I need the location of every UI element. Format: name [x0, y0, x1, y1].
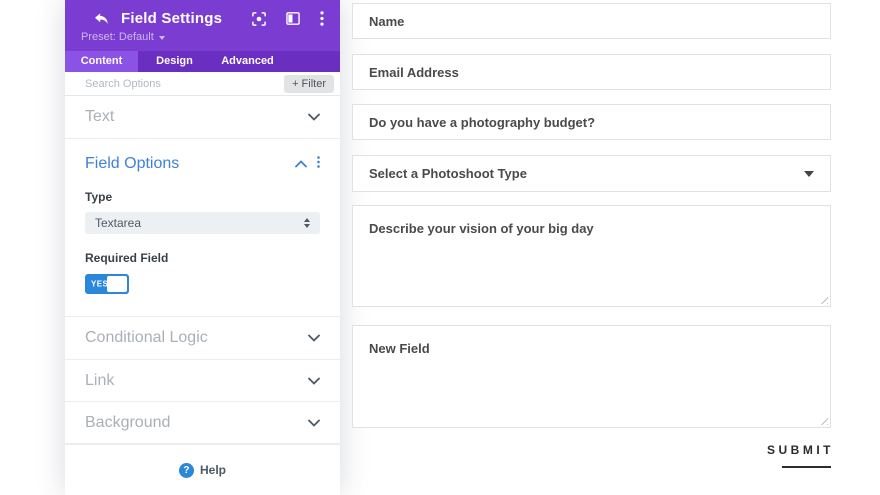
form-field-new-field-placeholder: New Field — [369, 341, 430, 356]
form-field-budget-placeholder: Do you have a photography budget? — [369, 115, 595, 130]
form-field-vision-placeholder: Describe your vision of your big day — [369, 221, 594, 236]
panel-tabs: Content Design Advanced — [65, 51, 340, 72]
help-icon: ? — [179, 463, 194, 478]
section-link-label: Link — [85, 372, 114, 390]
help-label: Help — [200, 463, 226, 477]
preset-label: Preset: Default — [81, 31, 154, 43]
section-background-label: Background — [85, 414, 170, 432]
filter-button[interactable]: + Filter — [284, 75, 334, 93]
form-field-name[interactable]: Name — [352, 3, 831, 39]
panel-layout-icon[interactable] — [286, 12, 300, 25]
section-text[interactable]: Text — [65, 96, 340, 139]
section-options-kebab-icon[interactable] — [317, 155, 320, 173]
form-field-photoshoot-type[interactable]: Select a Photoshoot Type — [352, 155, 831, 192]
header-actions — [252, 11, 324, 26]
form-field-photoshoot-placeholder: Select a Photoshoot Type — [369, 166, 527, 181]
form-field-email[interactable]: Email Address — [352, 54, 831, 90]
preset-selector[interactable]: Preset: Default — [81, 31, 324, 43]
settings-sections: Text Field Options Type Textarea — [65, 96, 340, 444]
section-conditional-logic-label: Conditional Logic — [85, 329, 208, 347]
caret-down-icon — [159, 36, 165, 40]
search-input[interactable] — [85, 78, 284, 90]
form-field-new-field[interactable]: New Field — [352, 325, 831, 428]
help-link[interactable]: ? Help — [179, 463, 226, 478]
panel-header: Field Settings — [65, 0, 340, 51]
panel-title: Field Settings — [121, 10, 222, 27]
form-preview: Name Email Address Do you have a photogr… — [352, 0, 831, 495]
tab-content[interactable]: Content — [65, 51, 138, 72]
panel-header-top: Field Settings — [81, 10, 324, 27]
search-bar: + Filter — [65, 72, 340, 97]
chevron-down-icon — [308, 334, 320, 342]
form-field-name-placeholder: Name — [369, 14, 404, 29]
tab-advanced[interactable]: Advanced — [211, 51, 284, 72]
required-field-toggle[interactable]: YES — [85, 274, 129, 294]
section-link[interactable]: Link — [65, 360, 340, 402]
kebab-menu-icon[interactable] — [320, 11, 324, 26]
submit-label: SUBMIT — [767, 443, 834, 457]
form-field-budget[interactable]: Do you have a photography budget? — [352, 104, 831, 140]
back-icon[interactable] — [93, 12, 109, 26]
required-field-label: Required Field — [85, 251, 320, 265]
field-settings-panel: Field Settings — [65, 0, 340, 495]
type-label: Type — [85, 190, 320, 204]
chevron-down-icon — [308, 113, 320, 121]
panel-footer: ? Help — [65, 444, 340, 495]
submit-button[interactable]: SUBMIT — [767, 443, 831, 468]
select-stepper-icon — [304, 218, 310, 228]
resize-handle-icon[interactable] — [819, 295, 828, 304]
submit-underline — [782, 466, 831, 468]
focus-preset-icon[interactable] — [252, 12, 266, 26]
chevron-down-icon — [308, 419, 320, 427]
toggle-knob — [107, 276, 127, 292]
field-options-header[interactable]: Field Options — [85, 155, 320, 173]
field-options-title: Field Options — [85, 155, 179, 173]
section-conditional-logic[interactable]: Conditional Logic — [65, 317, 340, 360]
chevron-up-icon — [295, 155, 307, 173]
section-background[interactable]: Background — [65, 402, 340, 444]
section-field-options: Field Options Type Textarea Required Fie — [65, 139, 340, 317]
toggle-yes-label: YES — [91, 280, 108, 289]
tab-design[interactable]: Design — [138, 51, 211, 72]
form-field-vision[interactable]: Describe your vision of your big day — [352, 205, 831, 307]
section-text-label: Text — [85, 108, 114, 126]
type-select-value: Textarea — [95, 216, 141, 230]
type-select[interactable]: Textarea — [85, 212, 320, 234]
dropdown-caret-icon — [804, 171, 814, 177]
form-field-email-placeholder: Email Address — [369, 65, 459, 80]
chevron-down-icon — [308, 377, 320, 385]
resize-handle-icon[interactable] — [819, 416, 828, 425]
